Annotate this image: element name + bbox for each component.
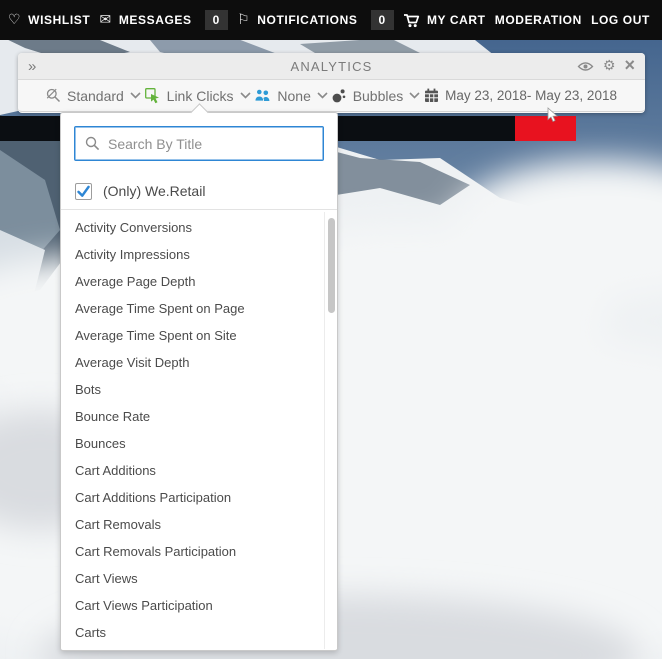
search-icon: [85, 136, 100, 156]
metric-dropdown[interactable]: Link Clicks: [144, 87, 251, 104]
messages-label: MESSAGES: [118, 13, 192, 27]
notifications-label: NOTIFICATIONS: [257, 13, 358, 27]
my-cart-label: MY CART: [426, 13, 486, 27]
search-input[interactable]: [74, 126, 324, 161]
analytics-panel: » ANALYTICS ⚙ × Standard Link Clicks Non…: [18, 53, 645, 113]
date-range-picker[interactable]: May 23, 2018- May 23, 2018: [424, 88, 617, 103]
metric-list-item[interactable]: Cart Views: [61, 565, 323, 592]
date-range-label: May 23, 2018- May 23, 2018: [445, 88, 617, 103]
metric-list-item[interactable]: Average Time Spent on Page: [61, 295, 323, 322]
checkmark-icon: [77, 185, 90, 197]
analytics-panel-header: » ANALYTICS ⚙ ×: [18, 53, 645, 80]
metric-list-item[interactable]: Cart Additions: [61, 457, 323, 484]
scrollbar-track[interactable]: [324, 212, 337, 649]
bubbles-icon: [332, 88, 347, 103]
flag-icon: ⚐: [237, 12, 251, 28]
messages-link[interactable]: ✉ MESSAGES 0: [99, 10, 228, 30]
metric-list-item[interactable]: Bots: [61, 376, 323, 403]
metrics-rows: Activity Conversions Activity Impressions…: [61, 214, 337, 646]
metric-list-item[interactable]: Bounce Rate: [61, 403, 323, 430]
close-icon[interactable]: ×: [624, 56, 635, 74]
metric-list-item[interactable]: Carts: [61, 619, 323, 646]
metric-list-item[interactable]: Average Visit Depth: [61, 349, 323, 376]
site-cart-button[interactable]: [515, 116, 576, 141]
metric-list-item[interactable]: Activity Impressions: [61, 241, 323, 268]
envelope-icon: ✉: [99, 12, 112, 28]
heart-icon: ♡: [8, 12, 22, 28]
segment-dropdown[interactable]: None: [254, 87, 328, 104]
my-cart-link[interactable]: MY CART: [403, 13, 486, 28]
chevron-down-icon: [130, 92, 141, 99]
click-cursor-icon: [144, 87, 161, 104]
display-type-dropdown[interactable]: Bubbles: [332, 88, 421, 104]
moderation-label: MODERATION: [494, 13, 582, 27]
metric-selection-dropdown: (Only) We.Retail Activity ConversionsAct…: [60, 103, 338, 651]
eye-icon[interactable]: [577, 61, 594, 72]
weretail-filter-label: (Only) We.Retail: [103, 183, 206, 199]
metrics-list: Activity Conversions Activity Impressions…: [61, 210, 337, 651]
magnifier-slash-icon: [46, 88, 61, 103]
metric-list-item[interactable]: Average Time Spent on Site: [61, 322, 323, 349]
logout-label: LOG OUT: [591, 13, 650, 27]
metric-label: Link Clicks: [166, 87, 234, 104]
weretail-filter-checkbox[interactable]: [75, 182, 92, 200]
collapse-panel-icon[interactable]: »: [28, 59, 36, 74]
people-icon: [254, 89, 271, 102]
notifications-count-badge: 0: [370, 10, 394, 30]
panel-title: ANALYTICS: [290, 58, 373, 74]
calendar-icon: [424, 88, 439, 103]
chevron-down-icon: [317, 92, 328, 99]
segment-label: None: [277, 87, 311, 104]
display-type-label: Bubbles: [352, 87, 404, 104]
metric-list-item[interactable]: Cart Views Participation: [61, 592, 323, 619]
cart-icon: [403, 13, 420, 28]
logout-link[interactable]: LOG OUT: [591, 13, 650, 27]
view-type-dropdown[interactable]: Standard: [46, 88, 141, 104]
community-topbar: ♡ WISHLIST ✉ MESSAGES 0 ⚐ NOTIFICATIONS …: [0, 0, 662, 40]
weretail-filter-row[interactable]: (Only) We.Retail: [61, 173, 337, 210]
chevron-down-icon: [409, 92, 420, 99]
search-row: [61, 113, 337, 173]
scrollbar-thumb[interactable]: [328, 218, 335, 313]
moderation-link[interactable]: MODERATION: [495, 13, 582, 27]
notifications-link[interactable]: ⚐ NOTIFICATIONS 0: [237, 10, 394, 30]
chevron-down-icon: [239, 92, 251, 99]
view-type-label: Standard: [67, 87, 124, 104]
metric-list-item[interactable]: Activity Conversions: [61, 214, 323, 241]
metric-list-item[interactable]: Cart Additions Participation: [61, 484, 323, 511]
metric-list-item[interactable]: Average Page Depth: [61, 268, 323, 295]
metric-list-item[interactable]: Cart Removals: [61, 511, 323, 538]
analytics-toolbar: Standard Link Clicks None Bubbles May 23…: [18, 80, 645, 112]
messages-count-badge: 0: [204, 10, 228, 30]
metric-list-item[interactable]: Bounces: [61, 430, 323, 457]
wishlist-label: WISHLIST: [28, 13, 91, 27]
gear-icon[interactable]: ⚙: [603, 59, 616, 73]
wishlist-link[interactable]: ♡ WISHLIST: [8, 13, 90, 27]
metric-list-item[interactable]: Cart Removals Participation: [61, 538, 323, 565]
